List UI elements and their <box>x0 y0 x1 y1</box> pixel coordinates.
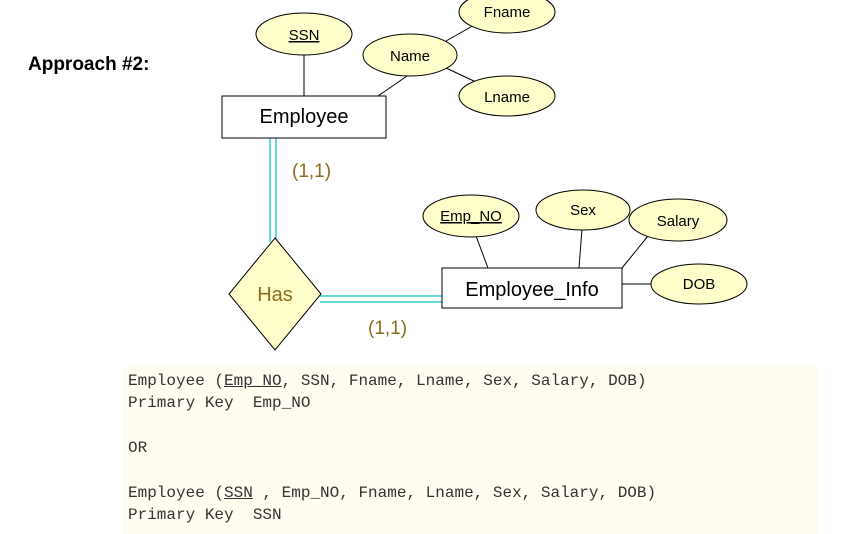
attr-sex-label: Sex <box>570 202 596 219</box>
schema-option2-relation: Employee (SSN , Emp_NO, Fname, Lname, Se… <box>128 482 656 504</box>
cardinality-employee-side: (1,1) <box>292 161 331 182</box>
attr-empno-label: Emp_NO <box>440 208 502 225</box>
er-diagram: SSN Name Fname Lname Emp_NO Sex Salary D… <box>221 0 748 351</box>
entity-employee-info-label: Employee_Info <box>465 279 598 301</box>
attr-lname-label: Lname <box>484 89 530 106</box>
line-salary-info <box>621 235 649 269</box>
schema-option2-key: SSN <box>224 484 253 502</box>
attr-name-label: Name <box>390 48 430 65</box>
attr-dob-label: DOB <box>683 276 716 293</box>
line-empno-info <box>475 235 489 269</box>
entity-employee-label: Employee <box>260 106 349 128</box>
schema-option1-key: Emp_NO <box>224 372 282 390</box>
attr-fname-label: Fname <box>484 4 531 21</box>
line-sex-info <box>578 228 583 269</box>
schema-option1-prefix: Employee ( <box>128 372 225 390</box>
attr-salary-label: Salary <box>657 213 700 230</box>
line-name-lname <box>445 67 477 83</box>
cardinality-info-side: (1,1) <box>368 318 407 339</box>
schema-option1-primary-key: Primary Key Emp_NO <box>128 394 311 412</box>
schema-option1-rest: , SSN, Fname, Lname, Sex, Salary, DOB) <box>281 372 647 390</box>
attr-ssn-label: SSN <box>289 27 320 44</box>
schema-option2-prefix: Employee ( <box>128 484 225 502</box>
schema-option1-relation: Employee (Emp_NO, SSN, Fname, Lname, Sex… <box>128 370 646 392</box>
schema-separator: OR <box>128 439 148 457</box>
line-name-employee <box>377 73 411 97</box>
schema-option2-primary-key: Primary Key SSN <box>128 506 282 524</box>
relationship-has-label: Has <box>257 284 293 306</box>
schema-option2-rest: , Emp_NO, Fname, Lname, Sex, Salary, DOB… <box>252 484 657 502</box>
relational-schema-block: Employee (Emp_NO, SSN, Fname, Lname, Sex… <box>122 366 818 534</box>
